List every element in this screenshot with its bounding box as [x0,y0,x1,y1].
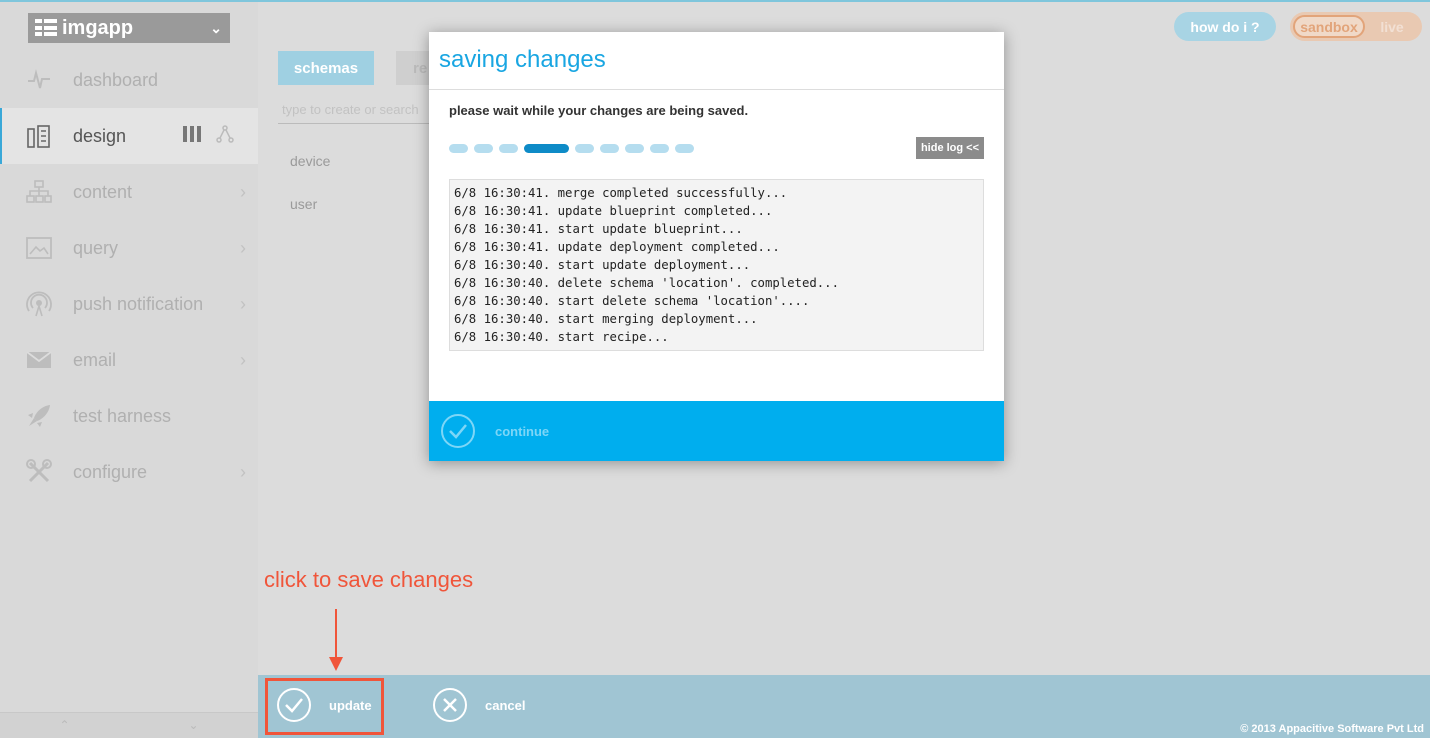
sidebar-item-push-notification[interactable]: push notification › [0,276,258,332]
progress-indicator [449,144,694,153]
sidebar-item-configure[interactable]: configure › [0,444,258,500]
broadcast-icon [26,291,52,317]
log-line: 6/8 16:30:40. start merging deployment..… [454,312,758,326]
close-circle-icon [433,688,467,722]
saving-dialog: saving changes please wait while your ch… [429,32,1004,461]
log-line: 6/8 16:30:40. delete schema 'location'. … [454,276,839,290]
annotation-arrow-head [329,657,343,671]
environment-toggle[interactable]: sandbox live [1290,12,1422,41]
chevron-right-icon: › [240,461,246,482]
sidebar-item-label: query [73,237,119,258]
log-panel: 6/8 16:30:41. merge completed successful… [449,179,984,351]
check-circle-icon [441,414,475,448]
how-do-i-button[interactable]: how do i ? [1174,12,1276,41]
log-line: 6/8 16:30:41. update deployment complete… [454,240,780,254]
sidebar-item-design[interactable]: design [0,108,258,164]
envelope-icon [26,347,52,373]
progress-dot [650,144,669,153]
dialog-message: please wait while your changes are being… [449,103,749,118]
log-line: 6/8 16:30:41. merge completed successful… [454,186,788,200]
log-line: 6/8 16:30:40. start delete schema 'locat… [454,294,810,308]
copyright: © 2013 Appacitive Software Pvt Ltd [1240,723,1424,735]
chevron-right-icon: › [240,237,246,258]
list-item[interactable]: device [290,153,330,169]
progress-dot [575,144,594,153]
env-sandbox[interactable]: sandbox [1293,15,1365,38]
cancel-label: cancel [485,697,526,713]
sidebar-item-label: test harness [73,405,172,426]
dialog-title: saving changes [429,32,1004,90]
scroll-up-icon[interactable]: ⌃ [0,713,129,738]
sidebar-item-label: content [73,181,133,202]
progress-dot [600,144,619,153]
log-line: 6/8 16:30:41. update blueprint completed… [454,204,773,218]
sidebar-item-label: email [73,349,117,370]
ruler-icon [26,123,52,149]
sidebar-item-dashboard[interactable]: dashboard [0,52,258,108]
sidebar-item-label: push notification [73,293,204,314]
sidebar-nav: dashboard design content › query › push … [0,52,258,500]
graph-icon[interactable] [216,124,234,148]
scroll-down-icon[interactable]: ⌄ [129,713,258,738]
list-item[interactable]: user [290,196,317,212]
hide-log-button[interactable]: hide log << [916,137,984,159]
sidebar-item-content[interactable]: content › [0,164,258,220]
progress-dot [625,144,644,153]
annotation-text: click to save changes [264,567,474,592]
sidebar-item-label: configure [73,461,148,482]
columns-icon[interactable] [182,125,202,148]
rocket-icon [26,403,52,429]
chevron-right-icon: › [240,293,246,314]
progress-dot [449,144,468,153]
sidebar-item-label: design [73,125,127,146]
bottom-action-bar: update cancel © 2013 Appacitive Software… [258,675,1430,738]
progress-dot [499,144,518,153]
sidebar-footer: ⌃ ⌄ [0,712,258,738]
chevron-right-icon: › [240,349,246,370]
app-selector[interactable]: imgapp ⌄ [28,13,230,43]
cancel-button[interactable]: cancel [433,688,525,722]
log-line: 6/8 16:30:40. start recipe... [454,330,669,344]
annotation-arrow-line [335,609,337,661]
log-line: 6/8 16:30:40. start update deployment... [454,258,751,272]
pulse-icon [26,67,52,93]
log-line: 6/8 16:30:41. start update blueprint... [454,222,743,236]
search-input[interactable]: type to create or search [278,102,430,124]
env-live[interactable]: live [1365,19,1419,35]
chevron-right-icon: › [240,181,246,202]
chevron-down-icon: ⌄ [210,19,222,36]
tools-icon [26,459,52,485]
app-list-icon [32,16,57,40]
sidebar: imgapp ⌄ dashboard design content › quer… [0,2,258,738]
continue-label: continue [495,423,550,439]
sidebar-item-test-harness[interactable]: test harness [0,388,258,444]
progress-dot [675,144,694,153]
continue-button[interactable]: continue [429,401,1004,461]
sidebar-item-label: dashboard [73,69,159,90]
progress-dot-active [524,144,569,153]
tab-schemas[interactable]: schemas [278,51,374,85]
app-name: imgapp [62,16,134,39]
image-icon [26,235,52,261]
sitemap-icon [26,179,52,205]
sidebar-item-email[interactable]: email › [0,332,258,388]
sidebar-item-query[interactable]: query › [0,220,258,276]
annotation-highlight-box [265,678,384,735]
progress-dot [474,144,493,153]
